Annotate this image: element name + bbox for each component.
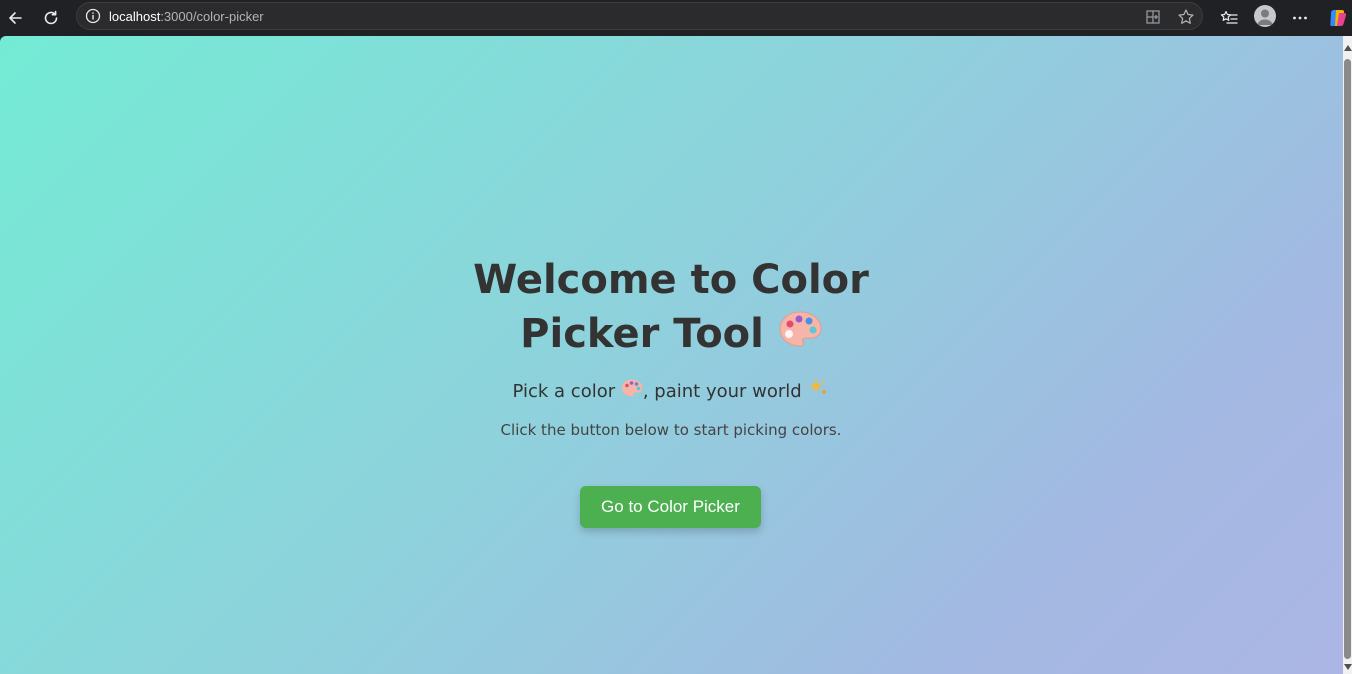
profile-avatar-icon[interactable] [1254,5,1276,27]
go-to-color-picker-button[interactable]: Go to Color Picker [580,486,761,528]
page-scrollbar[interactable] [1343,36,1352,674]
page-title: Welcome to Color Picker Tool [421,253,921,363]
back-icon[interactable] [1,4,29,32]
palette-small-icon [621,378,643,406]
browser-toolbar: localhost:3000/color-picker [0,0,1352,36]
scroll-thumb[interactable] [1344,59,1351,659]
split-screen-icon[interactable] [1139,3,1167,31]
scroll-up-arrow-icon[interactable] [1344,45,1352,51]
title-line-1: Welcome to Color [473,257,869,303]
tagline-text-2: , paint your world [642,381,808,402]
url-path: :3000/color-picker [160,9,264,24]
scroll-down-arrow-icon[interactable] [1344,664,1352,670]
welcome-section: Welcome to Color Picker Tool Pick a colo… [0,36,1343,674]
page-viewport: Welcome to Color Picker Tool Pick a colo… [0,36,1343,674]
palette-icon [778,309,822,363]
more-menu-icon[interactable] [1286,4,1314,32]
tagline: Pick a color , paint your world [321,377,1021,407]
copilot-icon[interactable] [1324,4,1352,32]
sparkles-icon [807,377,829,407]
address-bar[interactable]: localhost:3000/color-picker [76,2,1203,30]
url-host: localhost [109,9,161,24]
favorites-list-icon[interactable] [1215,4,1243,32]
url-text[interactable]: localhost:3000/color-picker [109,9,264,24]
title-line-2: Picker Tool [520,311,764,357]
reload-icon[interactable] [37,4,65,32]
favorite-star-icon[interactable] [1172,3,1200,31]
instruction-text: Click the button below to start picking … [500,421,842,439]
site-info-icon[interactable] [85,8,101,28]
tagline-text-1: Pick a color [512,381,621,402]
